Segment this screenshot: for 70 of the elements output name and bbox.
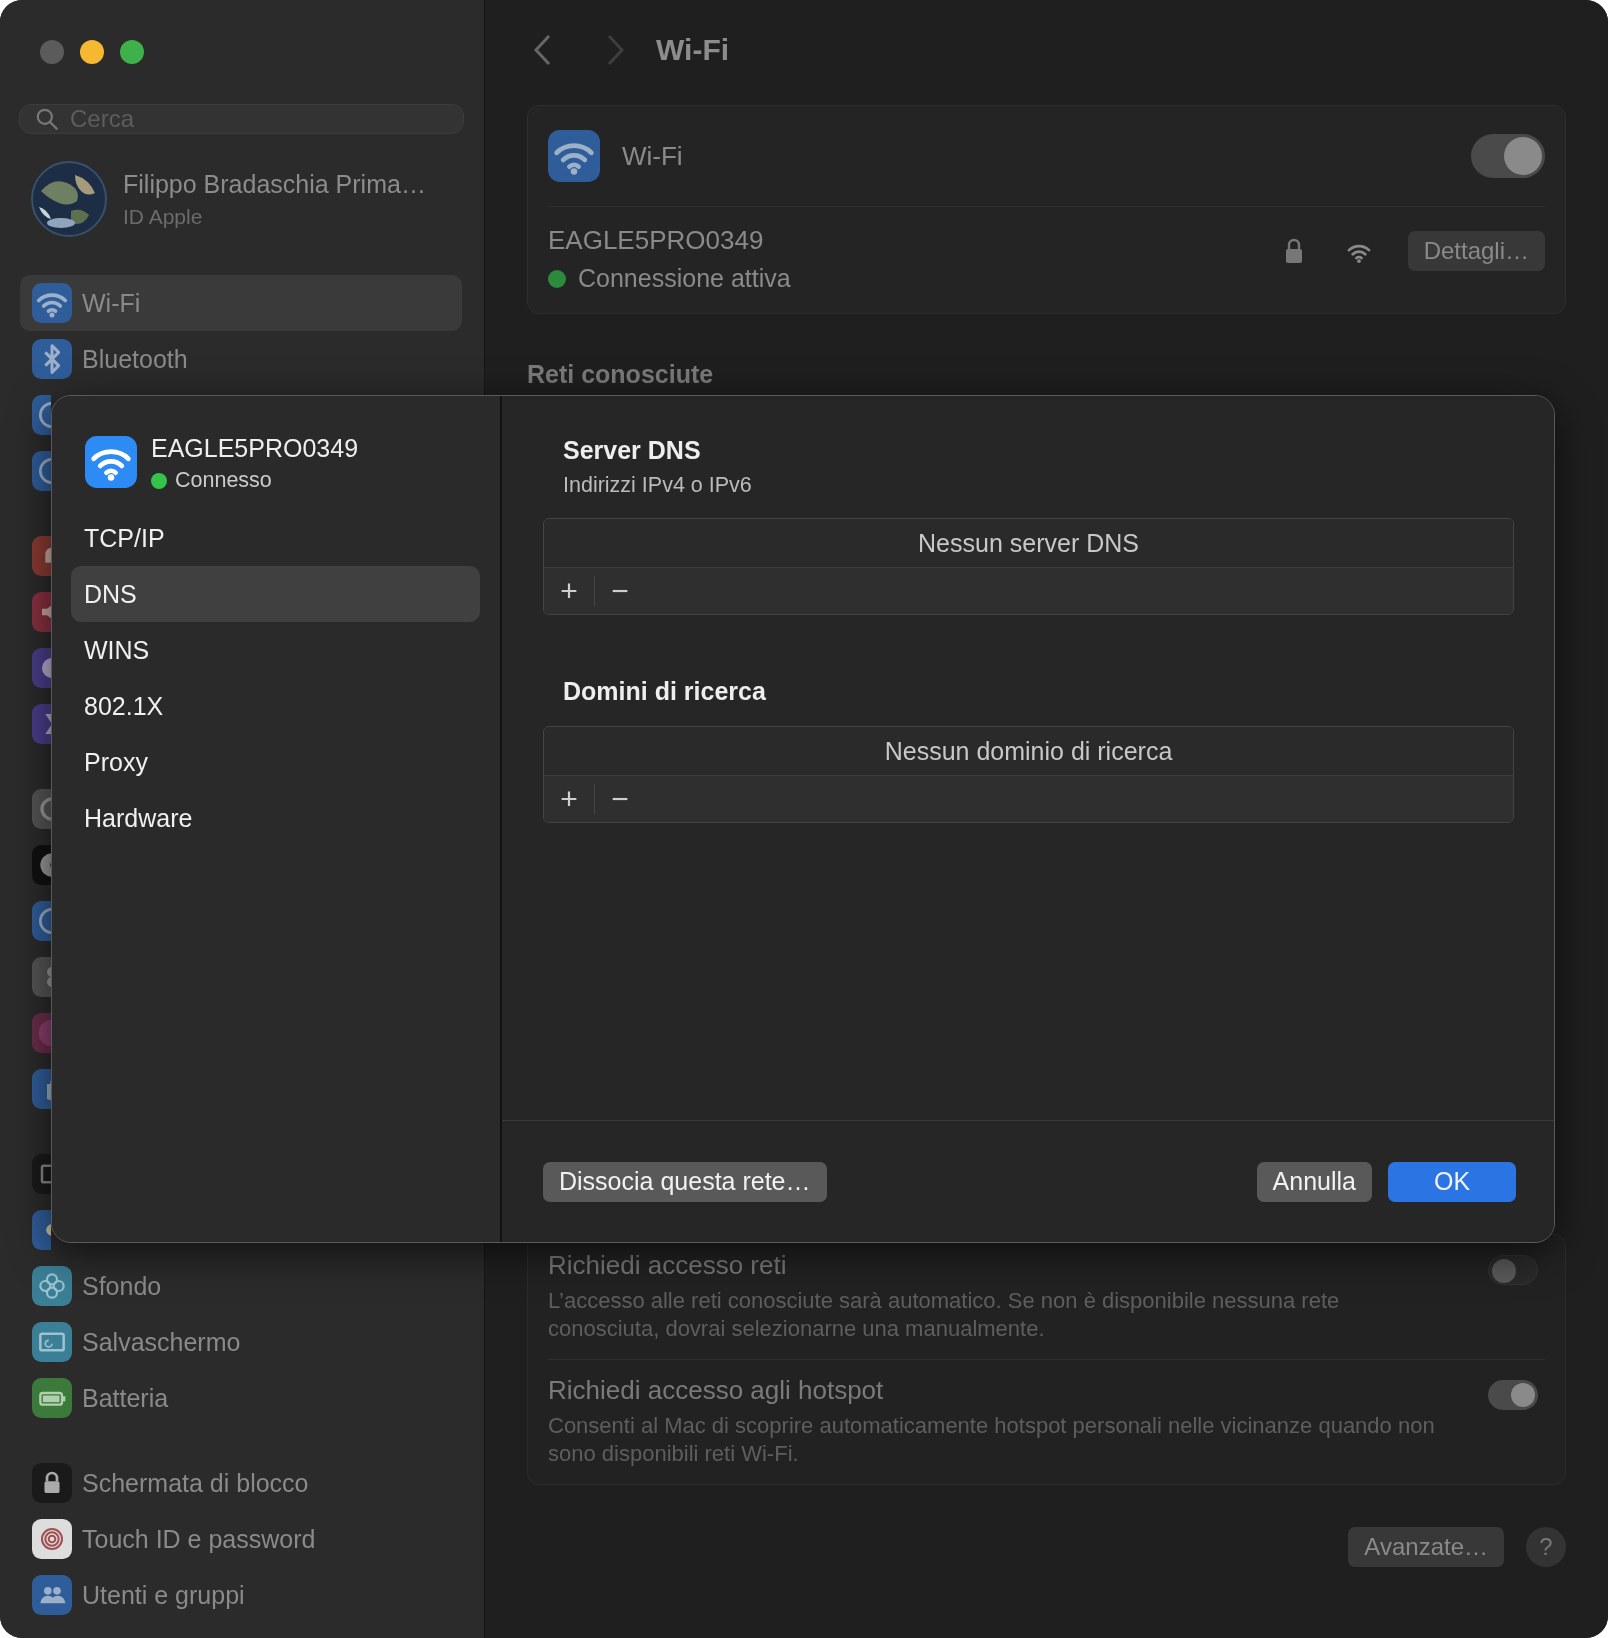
section-subtitle: Indirizzi IPv4 o IPv6 (563, 473, 753, 498)
section-heading: Reti conosciute (527, 360, 715, 389)
status-dot (548, 269, 566, 288)
connection-status: Connesso (175, 468, 272, 493)
network-name: EAGLE5PRO0349 (548, 225, 765, 256)
empty-message: Nessun dominio di ricerca (544, 727, 1513, 775)
toggle-switch[interactable] (1488, 1380, 1538, 1410)
bluetooth-icon (32, 339, 72, 379)
section-title: Server DNS (563, 436, 702, 465)
section-title: Domini di ricerca (563, 677, 767, 706)
zoom-button[interactable] (120, 40, 144, 64)
search-icon (34, 106, 60, 132)
add-button[interactable]: + (552, 573, 586, 609)
option-title: Richiedi accesso agli hotspot (548, 1375, 885, 1406)
page-title: Wi-Fi (656, 33, 730, 67)
network-name: EAGLE5PRO0349 (151, 434, 359, 463)
fingerprint-icon (32, 1519, 72, 1559)
sidebar-item[interactable]: Utenti e gruppi (20, 1567, 462, 1623)
lock-icon (1283, 237, 1304, 265)
remove-button[interactable]: − (603, 781, 637, 817)
dialog-button[interactable]: Annulla (1256, 1161, 1372, 1202)
hourglass-icon (32, 704, 51, 744)
wifi-icon (32, 283, 72, 323)
sidebar-item[interactable]: Bluetooth (20, 331, 462, 387)
sidebar-tab[interactable]: TCP/IP (71, 510, 480, 566)
option-title: Richiedi accesso reti (548, 1250, 788, 1281)
sidebar-item[interactable]: Sfondo (20, 1258, 462, 1314)
account-subtitle: ID Apple (123, 204, 204, 229)
toggle-switch[interactable] (1471, 134, 1545, 178)
option-description: L’accesso alle reti conosciute sarà automatico. Se non è disponibile nessuna rete conosciuta, dovrai selezionarne una manualmente. (548, 1287, 1341, 1343)
accessibility-icon (32, 901, 51, 941)
sidebar-tab[interactable]: Proxy (71, 734, 480, 790)
sidebar-item[interactable]: Salvaschermo (20, 1314, 462, 1370)
dialog-button[interactable]: Dissocia questa rete… (543, 1161, 827, 1202)
sidebar-item[interactable]: Touch ID e password (20, 1511, 462, 1567)
wifi-label: Wi-Fi (622, 140, 684, 172)
speaker-icon (32, 592, 51, 632)
option-description: Consenti al Mac di scoprire automaticamente hotspot personali nelle vicinanze quando non sono disponibili reti Wi-Fi. (548, 1412, 1436, 1468)
screen-icon (32, 1322, 72, 1362)
account-name: Filippo Bradaschia Prima… (123, 169, 426, 199)
lock-icon (32, 1463, 72, 1503)
battery-icon (32, 1378, 72, 1418)
globe-icon (32, 451, 51, 491)
wifi-icon (548, 130, 600, 182)
toggle-switch[interactable] (1488, 1255, 1538, 1285)
bell-icon (32, 536, 51, 576)
hand-icon (32, 1069, 51, 1109)
advanced-button[interactable]: Avanzate… (1348, 1527, 1504, 1567)
globe-icon (32, 395, 51, 435)
status-dot (151, 472, 167, 489)
network-status: Connessione attiva (578, 264, 791, 293)
sidebar-item[interactable]: Batteria (20, 1370, 462, 1426)
flower-icon (32, 1266, 72, 1306)
minimize-button[interactable] (80, 40, 104, 64)
details-button[interactable]: Dettagli… (1407, 231, 1545, 271)
remove-button[interactable]: − (603, 573, 637, 609)
sidebar-tab[interactable]: Hardware (71, 790, 480, 846)
moon-icon (32, 648, 51, 688)
sidebar-item[interactable]: Schermata di blocco (20, 1455, 462, 1511)
sidebar-tab[interactable]: WINS (71, 622, 480, 678)
sidebar-tab[interactable]: DNS (71, 566, 480, 622)
add-button[interactable]: + (552, 781, 586, 817)
people-icon (32, 1575, 72, 1615)
ok-button[interactable]: OK (1388, 1161, 1516, 1202)
sun-icon (32, 1210, 51, 1250)
empty-message: Nessun server DNS (544, 519, 1513, 567)
sidebar-tab[interactable]: 802.1X (71, 678, 480, 734)
orb-icon (32, 1013, 51, 1053)
wifi-icon (85, 436, 137, 488)
sidebar-item[interactable]: Wi-Fi (20, 275, 462, 331)
